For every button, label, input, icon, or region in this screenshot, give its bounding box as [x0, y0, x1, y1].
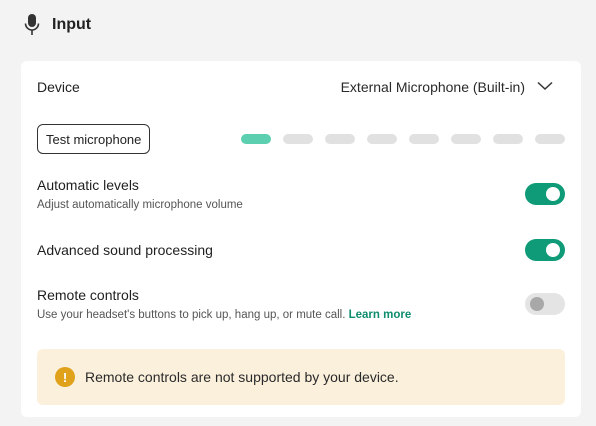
- section-title: Input: [52, 16, 92, 33]
- input-settings-card: Device External Microphone (Built-in) Te…: [21, 61, 581, 417]
- device-value: External Microphone (Built-in): [340, 79, 525, 95]
- input-level-meter: [241, 134, 565, 144]
- device-select[interactable]: External Microphone (Built-in): [341, 78, 565, 96]
- warning-icon: !: [55, 367, 75, 387]
- setting-description: Use your headset's buttons to pick up, h…: [37, 309, 411, 321]
- chevron-down-icon: [537, 78, 553, 96]
- test-row: Test microphone: [37, 124, 565, 154]
- setting-title: Remote controls: [37, 287, 139, 303]
- meter-segment: [409, 134, 439, 144]
- setting-remote-controls: Remote controls Use your headset's butto…: [37, 287, 565, 321]
- meter-segment: [451, 134, 481, 144]
- learn-more-link[interactable]: Learn more: [349, 309, 412, 321]
- section-header: Input: [24, 12, 91, 38]
- setting-description: Adjust automatically microphone volume: [37, 199, 243, 211]
- notice-text: Remote controls are not supported by you…: [85, 369, 399, 385]
- warning-notice: ! Remote controls are not supported by y…: [37, 349, 565, 405]
- toggle-knob: [546, 187, 560, 201]
- meter-segment: [535, 134, 565, 144]
- microphone-icon: [24, 13, 40, 37]
- toggle-knob: [546, 243, 560, 257]
- meter-segment: [367, 134, 397, 144]
- test-microphone-button[interactable]: Test microphone: [37, 124, 151, 154]
- device-row: Device External Microphone (Built-in): [37, 75, 565, 99]
- meter-segment: [493, 134, 523, 144]
- meter-segment: [325, 134, 355, 144]
- toggle-knob: [530, 297, 544, 311]
- setting-automatic-levels: Automatic levels Adjust automatically mi…: [37, 177, 565, 211]
- setting-title: Advanced sound processing: [37, 242, 213, 258]
- meter-segment: [283, 134, 313, 144]
- automatic-levels-toggle[interactable]: [525, 183, 565, 205]
- device-label: Device: [37, 79, 80, 95]
- advanced-sound-processing-toggle[interactable]: [525, 239, 565, 261]
- setting-advanced-sound-processing: Advanced sound processing: [37, 239, 565, 261]
- remote-controls-description: Use your headset's buttons to pick up, h…: [37, 309, 346, 321]
- meter-segment: [241, 134, 271, 144]
- setting-title: Automatic levels: [37, 177, 139, 193]
- remote-controls-toggle[interactable]: [525, 293, 565, 315]
